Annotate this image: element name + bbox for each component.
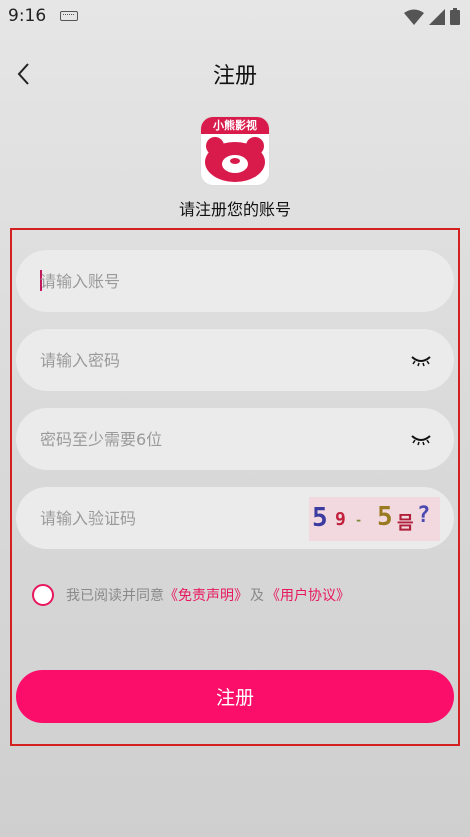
wifi-icon (404, 9, 424, 25)
status-icons (404, 7, 460, 25)
account-input[interactable] (40, 250, 340, 312)
password-field[interactable] (16, 329, 454, 391)
eye-closed-icon (411, 356, 431, 367)
captcha-char: 5 (377, 502, 393, 532)
status-time: 9:16 (8, 6, 47, 26)
signal-icon (429, 9, 445, 25)
status-bar: 9:16 (0, 0, 470, 34)
bear-icon (205, 137, 265, 182)
password-input[interactable] (40, 329, 340, 391)
disclaimer-link[interactable]: 《免责声明》 (164, 585, 248, 605)
app-logo: 小熊影视 (201, 117, 269, 185)
agreement-prefix: 我已阅读并同意 (66, 588, 164, 604)
eye-closed-icon (411, 435, 431, 446)
toggle-password-visibility[interactable] (410, 351, 432, 369)
agreement-joiner: 及 (250, 588, 264, 604)
captcha-char: ? (417, 503, 431, 528)
top-bar: 注册 (0, 44, 470, 104)
battery-icon (450, 8, 460, 25)
register-button[interactable]: 注册 (16, 670, 454, 723)
captcha-image[interactable]: 5 9 - 5 믐 ? (309, 497, 440, 541)
captcha-char: 믐 (397, 513, 414, 534)
agreement-radio[interactable] (32, 584, 54, 606)
captcha-field[interactable]: 5 9 - 5 믐 ? (16, 487, 454, 549)
captcha-char: - (355, 513, 363, 527)
captcha-char: 9 (335, 509, 346, 530)
captcha-char: 5 (312, 503, 328, 533)
confirm-password-field[interactable] (16, 408, 454, 470)
confirm-password-input[interactable] (40, 408, 340, 470)
toggle-confirm-visibility[interactable] (410, 430, 432, 448)
agreement-row: 我已阅读并同意 《免责声明》 及 《用户协议》 (32, 584, 350, 606)
keyboard-icon (60, 11, 78, 21)
user-agreement-link[interactable]: 《用户协议》 (266, 585, 350, 605)
captcha-input[interactable] (40, 487, 290, 549)
logo-text: 小熊影视 (201, 117, 269, 134)
account-field[interactable] (16, 250, 454, 312)
subtitle: 请注册您的账号 (178, 200, 291, 219)
page-title: 注册 (212, 64, 257, 89)
